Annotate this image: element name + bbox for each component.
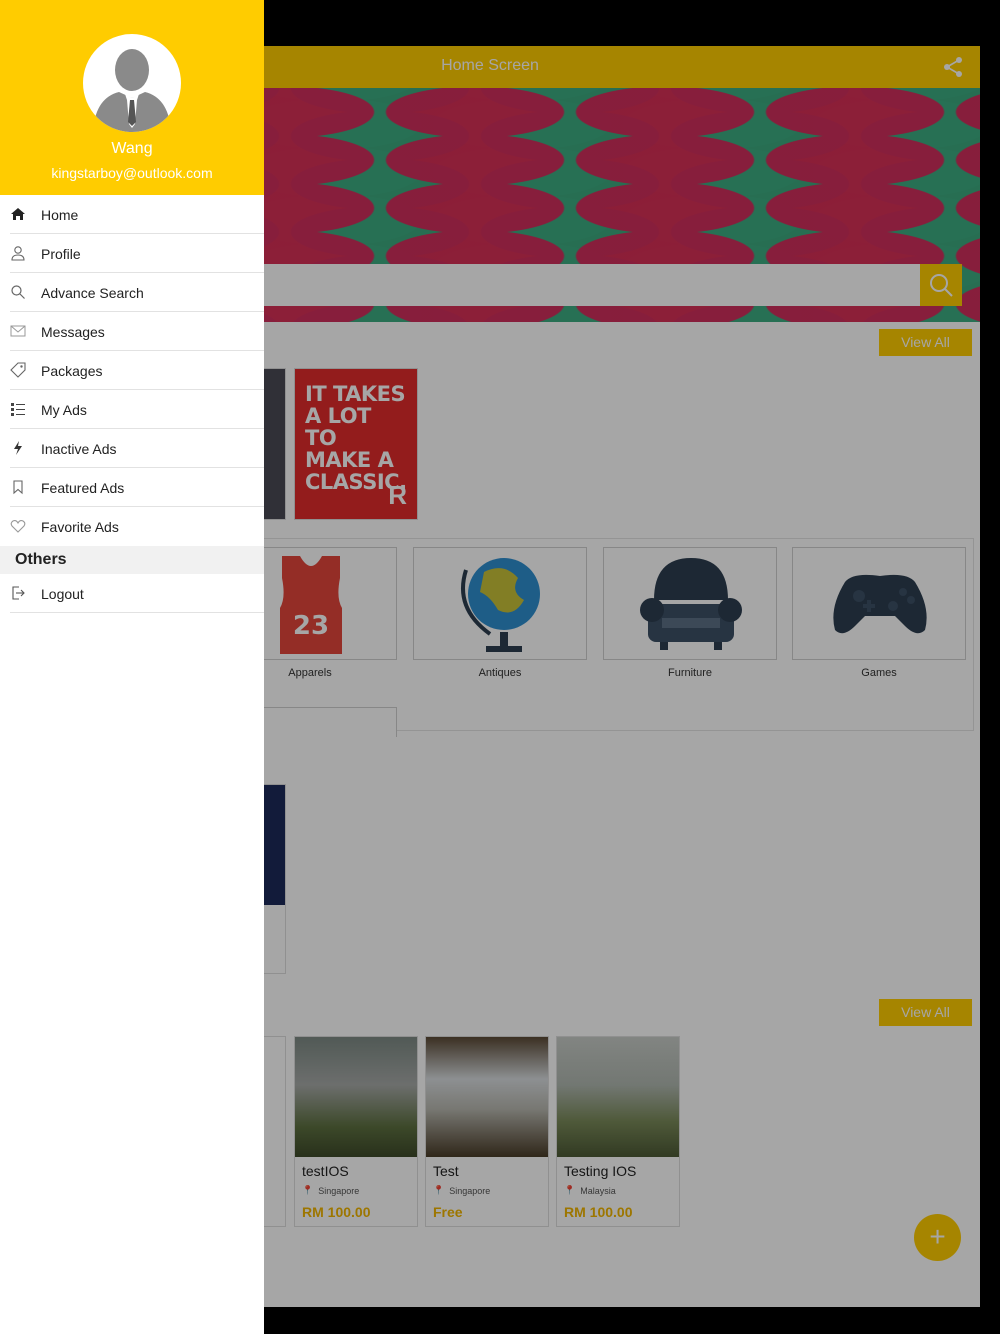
menu-item-label: Logout	[41, 586, 84, 602]
user-email: kingstarboy@outlook.com	[51, 165, 213, 181]
menu-item-label: Packages	[41, 363, 103, 379]
menu-item-messages[interactable]: Messages	[10, 312, 264, 351]
bolt-icon	[14, 441, 22, 455]
bookmark-icon	[13, 480, 23, 495]
drawer-header: Wang kingstarboy@outlook.com	[0, 0, 264, 195]
menu-item-label: Inactive Ads	[41, 441, 117, 457]
search-icon	[11, 285, 25, 299]
menu-item-favorite-ads[interactable]: Favorite Ads	[10, 507, 264, 546]
logout-icon	[12, 586, 25, 600]
menu-item-profile[interactable]: Profile	[10, 234, 264, 273]
menu-item-label: Home	[41, 207, 79, 223]
tag-icon	[10, 362, 26, 378]
menu-item-advance-search[interactable]: Advance Search	[10, 273, 264, 312]
menu-item-label: Messages	[41, 324, 105, 340]
drawer-menu: Home Profile Advance Search Messages Pac…	[0, 195, 264, 613]
heart-icon	[10, 520, 26, 533]
user-icon	[11, 246, 25, 261]
menu-item-label: Advance Search	[41, 285, 144, 301]
menu-item-label: Profile	[41, 246, 81, 262]
user-avatar-icon	[93, 49, 171, 132]
menu-item-inactive-ads[interactable]: Inactive Ads	[10, 429, 264, 468]
envelope-icon	[10, 325, 26, 337]
menu-item-home[interactable]: Home	[10, 195, 264, 234]
menu-item-label: Featured Ads	[41, 480, 125, 496]
menu-item-label: Favorite Ads	[41, 519, 119, 535]
home-icon	[11, 208, 25, 220]
list-icon	[11, 403, 25, 416]
menu-item-my-ads[interactable]: My Ads	[10, 390, 264, 429]
menu-item-packages[interactable]: Packages	[10, 351, 264, 390]
menu-item-logout[interactable]: Logout	[10, 574, 264, 613]
avatar[interactable]	[83, 34, 181, 132]
user-name: Wang	[111, 140, 153, 157]
navigation-drawer: Wang kingstarboy@outlook.com Home Profil…	[0, 0, 264, 1334]
menu-item-label: My Ads	[41, 402, 87, 418]
menu-item-featured-ads[interactable]: Featured Ads	[10, 468, 264, 507]
section-header-others: Others	[0, 546, 264, 574]
